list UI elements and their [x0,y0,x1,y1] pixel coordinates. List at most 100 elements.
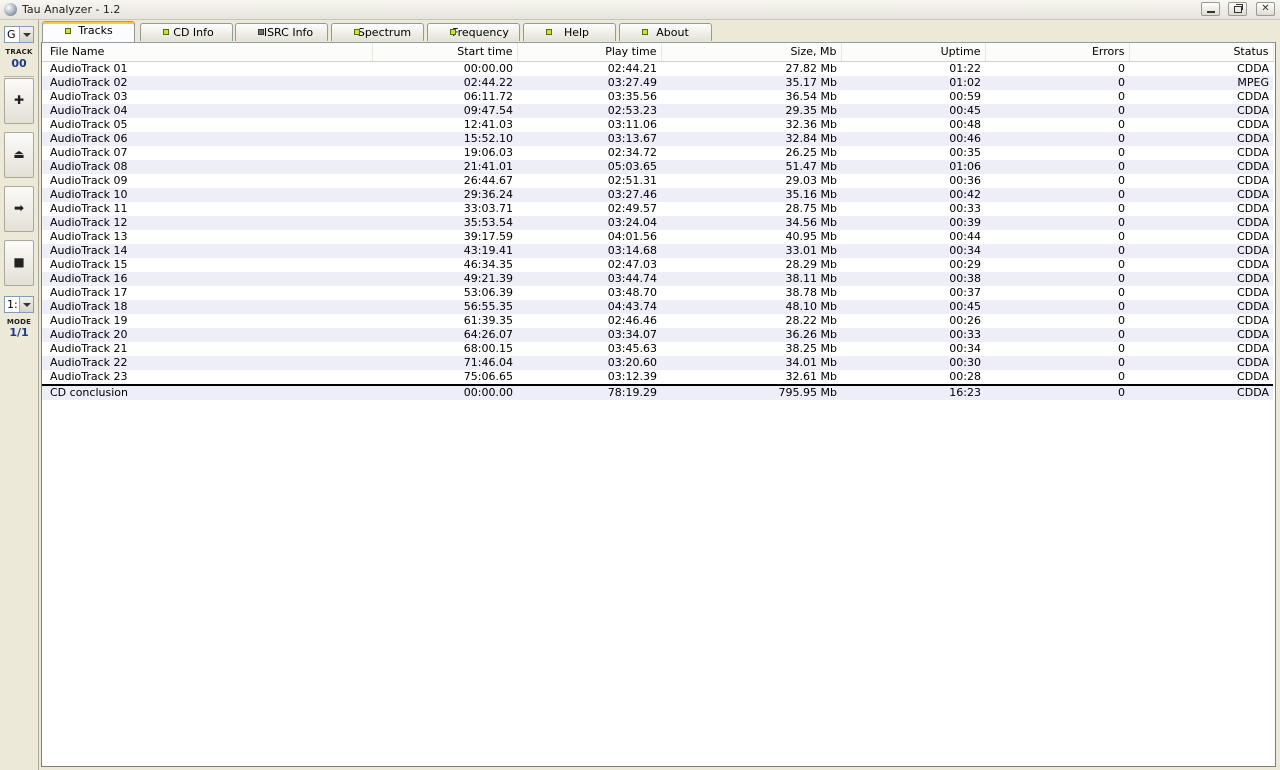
table-row[interactable]: AudioTrack 11 33:03.71 02:49.57 28.75 Mb 00:… [42,201,1273,216]
cell-file-name: AudioTrack 10 [42,187,372,202]
cell-errors: 0 [985,369,1129,385]
cell-errors: 0 [985,215,1129,230]
status-led-icon [450,29,456,35]
tab-about[interactable]: About [619,23,712,41]
table-row[interactable]: AudioTrack 09 26:44.67 02:51.31 29.03 Mb 00:… [42,173,1273,188]
cell-size: 28.29 Mb [661,257,841,272]
cell-play-time: 02:44.21 [517,61,661,76]
tab-cd-info[interactable]: CD Info [140,23,233,41]
table-row[interactable]: AudioTrack 21 68:00.15 03:45.63 38.25 Mb 00:… [42,341,1273,356]
tab-help[interactable]: Help [523,23,616,41]
cell-play-time: 03:44.74 [517,271,661,286]
cell-status: CDDA [1129,257,1273,272]
table-row[interactable]: AudioTrack 22 71:46.04 03:20.60 34.01 Mb 00:… [42,355,1273,370]
column-header-start-time[interactable]: Start time [372,43,518,62]
table-row[interactable]: AudioTrack 16 49:21.39 03:44.74 38.11 Mb 00:… [42,271,1273,286]
tab-frequency[interactable]: Frequency [427,23,520,41]
cell-size: 36.54 Mb [661,89,841,104]
window-title: Tau Analyzer - 1.2 [22,3,121,16]
cell-start-time: 61:39.35 [372,313,517,328]
table-row[interactable]: AudioTrack 18 56:55.35 04:43.74 48.10 Mb 00:… [42,299,1273,314]
cell-errors: 0 [985,89,1129,104]
table-row[interactable]: AudioTrack 07 19:06.03 02:34.72 26.25 Mb 00:… [42,145,1273,160]
next-button[interactable]: ➡ [4,186,34,232]
cell-errors: 0 [985,75,1129,90]
cell-size: 35.16 Mb [661,187,841,202]
table-row[interactable]: AudioTrack 01 00:00.00 02:44.21 27.82 Mb 01:… [42,61,1273,76]
cell-errors: 0 [985,103,1129,118]
cell-uptime: 00:45 [841,103,985,118]
tracks-table: File Name Start time Play time Size, Mb … [42,43,1274,400]
mode-label: MODE [6,318,32,326]
table-row[interactable]: AudioTrack 19 61:39.35 02:46.46 28.22 Mb 00:… [42,313,1273,328]
table-row[interactable]: AudioTrack 04 09:47.54 02:53.23 29.35 Mb 00:… [42,103,1273,118]
cell-start-time: 06:11.72 [372,89,517,104]
stop-button[interactable]: ■ [4,240,34,286]
cell-size: 35.17 Mb [661,75,841,90]
tab-spectrum[interactable]: Spectrum [331,23,424,41]
table-row[interactable]: AudioTrack 10 29:36.24 03:27.46 35.16 Mb 00:… [42,187,1273,202]
chevron-down-icon[interactable] [19,297,33,312]
column-header-errors[interactable]: Errors [985,43,1130,62]
table-row[interactable]: AudioTrack 23 75:06.65 03:12.39 32.61 Mb 00:… [42,369,1273,385]
status-led-icon [546,29,552,35]
cell-play-time: 04:01.56 [517,229,661,244]
cell-start-time: 00:00.00 [372,383,517,400]
column-header-size[interactable]: Size, Mb [661,43,842,62]
status-led-icon [642,29,648,35]
cell-play-time: 03:13.67 [517,131,661,146]
cell-size: 26.25 Mb [661,145,841,160]
cell-file-name: CD conclusion [42,383,372,400]
column-header-play-time[interactable]: Play time [517,43,662,62]
table-row[interactable]: AudioTrack 12 35:53.54 03:24.04 34.56 Mb 00:… [42,215,1273,230]
eject-button[interactable]: ⏏ [4,132,34,178]
cell-start-time: 02:44.22 [372,75,517,90]
table-header: File Name Start time Play time Size, Mb … [42,43,1274,62]
summary-row[interactable]: CD conclusion 00:00.00 78:19.29 795.95 Mb 16… [42,383,1273,400]
cell-play-time: 04:43.74 [517,299,661,314]
column-header-status[interactable]: Status [1129,43,1274,62]
cell-size: 38.78 Mb [661,285,841,300]
column-header-file-name[interactable]: File Name [42,43,373,62]
status-led-icon [65,28,71,34]
table-row[interactable]: AudioTrack 05 12:41.03 03:11.06 32.36 Mb 00:… [42,117,1273,132]
table-row[interactable]: AudioTrack 15 46:34.35 02:47.03 28.29 Mb 00:… [42,257,1273,272]
column-header-uptime[interactable]: Uptime [841,43,986,62]
cell-start-time: 35:53.54 [372,215,517,230]
drive-select[interactable]: G [4,26,34,43]
table-row[interactable]: AudioTrack 17 53:06.39 03:48.70 38.78 Mb 00:… [42,285,1273,300]
maximize-button[interactable] [1228,2,1247,16]
cell-errors: 0 [985,313,1129,328]
cell-start-time: 09:47.54 [372,103,517,118]
cell-errors: 0 [985,285,1129,300]
mode-select[interactable]: 1: [4,296,34,313]
table-row[interactable]: AudioTrack 20 64:26.07 03:34.07 36.26 Mb 00:… [42,327,1273,342]
table-row[interactable]: AudioTrack 03 06:11.72 03:35.56 36.54 Mb 00:… [42,89,1273,104]
table-row[interactable]: AudioTrack 08 21:41.01 05:03.65 51.47 Mb 01:… [42,159,1273,174]
minimize-button[interactable] [1201,2,1220,16]
title-bar[interactable]: Tau Analyzer - 1.2 ✕ [0,0,1280,20]
close-button[interactable]: ✕ [1256,2,1275,16]
table-row[interactable]: AudioTrack 02 02:44.22 03:27.49 35.17 Mb 01:… [42,75,1273,90]
cell-file-name: AudioTrack 14 [42,243,372,258]
cell-file-name: AudioTrack 19 [42,313,372,328]
cell-file-name: AudioTrack 17 [42,285,372,300]
table-row[interactable]: AudioTrack 14 43:19.41 03:14.68 33.01 Mb 00:… [42,243,1273,258]
tab-tracks[interactable]: Tracks [42,21,135,42]
cell-status: MPEG [1129,75,1273,90]
cell-uptime: 00:48 [841,117,985,132]
add-button[interactable]: ✚ [4,78,34,124]
chevron-down-icon[interactable] [19,27,33,42]
table-row[interactable]: AudioTrack 06 15:52.10 03:13.67 32.84 Mb 00:… [42,131,1273,146]
cell-size: 795.95 Mb [661,383,841,400]
cell-play-time: 78:19.29 [517,383,661,400]
tab-label: Help [563,26,590,39]
cell-size: 29.03 Mb [661,173,841,188]
cell-file-name: AudioTrack 20 [42,327,372,342]
cell-file-name: AudioTrack 18 [42,299,372,314]
cell-errors: 0 [985,145,1129,160]
cell-file-name: AudioTrack 08 [42,159,372,174]
table-row[interactable]: AudioTrack 13 39:17.59 04:01.56 40.95 Mb 00:… [42,229,1273,244]
cell-file-name: AudioTrack 15 [42,257,372,272]
tab-isrc-info[interactable]: ISRC Info [235,23,328,41]
